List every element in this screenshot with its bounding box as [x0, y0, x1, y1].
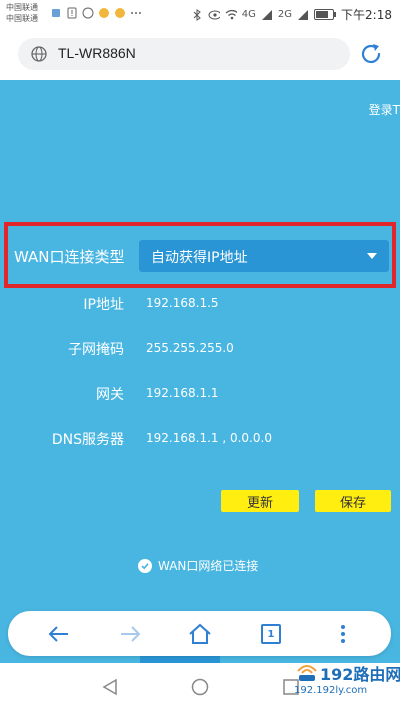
reload-icon[interactable]	[358, 41, 384, 67]
gateway-value: 192.168.1.1	[146, 386, 219, 400]
nav-home-icon[interactable]	[190, 677, 210, 697]
home-icon[interactable]	[185, 619, 215, 649]
more-menu-icon[interactable]	[328, 619, 358, 649]
router-logo-icon	[297, 665, 317, 681]
dns-server-value: 192.168.1.1 , 0.0.0.0	[146, 431, 272, 445]
tabs-button[interactable]: 1	[256, 619, 286, 649]
wan-connection-status-text: WAN口网络已连接	[158, 559, 259, 573]
site-watermark: 192路由网 192.192ly.com	[290, 659, 400, 707]
login-link[interactable]: 登录T	[369, 101, 400, 118]
notification-icons	[50, 7, 142, 19]
url-text[interactable]: TL-WR886N	[58, 45, 136, 61]
eye-icon	[208, 9, 220, 21]
carrier-name-2: 中国联通	[6, 14, 38, 23]
caret-down-icon	[367, 253, 377, 259]
subnet-mask-value: 255.255.255.0	[146, 341, 234, 355]
refresh-button[interactable]: 更新	[221, 490, 299, 512]
back-arrow-icon[interactable]	[44, 619, 74, 649]
alert-notification-icon	[66, 7, 78, 19]
wan-connection-type-value: 自动获得IP地址	[151, 250, 248, 266]
save-button[interactable]: 保存	[315, 490, 391, 512]
wan-connection-type-row: WAN口连接类型 自动获得IP地址	[4, 222, 396, 288]
wan-connection-type-select[interactable]: 自动获得IP地址	[139, 240, 389, 272]
signal-type-2: 2G	[277, 9, 293, 20]
watermark-title: 192路由网	[320, 665, 400, 684]
carrier-name-1: 中国联通	[6, 3, 38, 12]
router-settings-page: 登录T WAN口连接类型 自动获得IP地址 IP地址 192.168.1.5 子…	[0, 80, 400, 680]
nav-back-icon[interactable]	[100, 677, 120, 697]
battery-icon	[314, 9, 337, 20]
browser-toolbar: 1	[8, 611, 391, 656]
url-bar[interactable]: TL-WR886N	[18, 38, 350, 70]
wan-connection-type-label: WAN口连接类型	[14, 248, 125, 266]
clock: 下午2:18	[341, 8, 392, 22]
weibo-notification-icon	[98, 7, 110, 19]
check-circle-icon	[138, 558, 152, 573]
globe-icon	[31, 46, 47, 62]
tabs-count: 1	[261, 624, 281, 644]
weibo-notification-icon-2	[114, 7, 126, 19]
chat-notification-icon	[82, 7, 94, 19]
wifi-icon	[225, 9, 237, 21]
forward-arrow-icon[interactable]	[115, 619, 145, 649]
status-bar: 中国联通 中国联通 4G 2G 下午2:18	[0, 0, 400, 28]
wan-connection-status: WAN口网络已连接	[138, 557, 258, 574]
bookmark-notification-icon	[50, 7, 62, 19]
system-status-icons: 4G 2G 下午2:18	[191, 6, 392, 23]
signal-type-1: 4G	[241, 9, 256, 20]
dns-server-label: DNS服务器	[51, 432, 124, 448]
bluetooth-icon	[191, 8, 203, 21]
browser-address-area: TL-WR886N	[0, 28, 400, 80]
ip-address-label: IP地址	[83, 297, 124, 313]
ip-address-value: 192.168.1.5	[146, 296, 219, 310]
more-dots-icon	[130, 7, 142, 19]
watermark-url: 192.192ly.com	[294, 685, 368, 696]
subnet-mask-label: 子网掩码	[68, 342, 124, 358]
signal-icon-1	[261, 9, 273, 21]
signal-icon-2	[297, 9, 309, 21]
gateway-label: 网关	[96, 387, 124, 403]
